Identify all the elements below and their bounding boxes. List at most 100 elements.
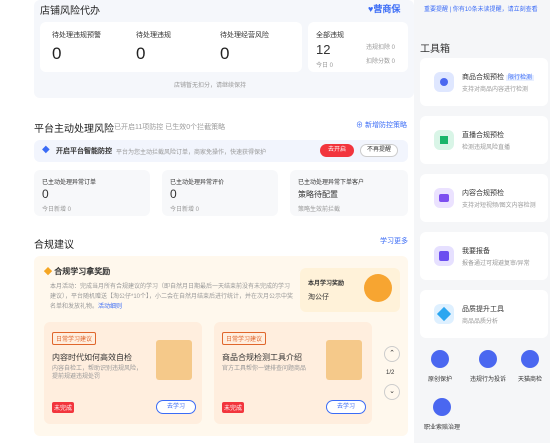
metric-card[interactable]: 已主动处理异常下单客户 策略待配置 策略生效前拦截 bbox=[290, 170, 408, 216]
tip-desc: 官方工具帮你一键排查问题商品 bbox=[222, 366, 307, 372]
tool-desc: 支持对商品内容进行检测 bbox=[462, 87, 529, 93]
tip-title: 商品合规检测工具介绍 bbox=[222, 353, 302, 362]
shield-icon: ◆ bbox=[42, 144, 50, 155]
tip-title: 内容时代如何高效自检 bbox=[52, 353, 132, 362]
stat-value: 0 bbox=[52, 44, 62, 63]
tool-name: 商品合规预检 限行检测 bbox=[462, 74, 534, 81]
quick-label: 原创保护 bbox=[427, 377, 452, 383]
banner-title: 开启平台智能防控 bbox=[56, 148, 112, 155]
next-page-button[interactable]: ⌄ bbox=[384, 384, 400, 400]
add-strategy-link[interactable]: ⊕ 新增防控策略 bbox=[356, 120, 407, 130]
metric-value: 0 bbox=[42, 187, 49, 201]
book-icon bbox=[326, 340, 362, 380]
main-panel: 店铺风险代办 ♥营商保 待处理违规预警 0 待处理违规 0 待处理经营风险 0 … bbox=[0, 0, 414, 443]
tool-desc: 报备通过可规避复审/异常 bbox=[462, 261, 530, 267]
stat-violation[interactable]: 待处理违规 0 bbox=[136, 30, 216, 64]
book-icon bbox=[156, 340, 192, 380]
tip-desc: 内容自检工，帮助识别违规风险，提前规避违规处罚 bbox=[52, 366, 143, 380]
stat-risk[interactable]: 待处理经营风险 0 bbox=[220, 30, 300, 64]
toolbox-title: 工具箱 bbox=[420, 44, 450, 55]
quick-label: 职业索赔治理 bbox=[423, 425, 460, 431]
violations-deduct: 违规扣除 0 bbox=[366, 45, 396, 51]
metric-value: 0 bbox=[170, 187, 177, 201]
metric-sub: 策略生效前拦截 bbox=[298, 207, 341, 213]
brand-label[interactable]: ♥营商保 bbox=[368, 2, 400, 15]
prize-name: 淘公仔 bbox=[308, 294, 329, 301]
study-button[interactable]: 去学习 bbox=[326, 400, 366, 414]
tip-badge: 日常学习建议 bbox=[52, 332, 97, 345]
learn-more-link[interactable]: 学习更多 bbox=[380, 236, 408, 246]
tool-item[interactable]: 商品合规预检 限行检测 支持对商品内容进行检测 bbox=[420, 58, 548, 106]
stat-warning[interactable]: 待处理违规预警 0 bbox=[52, 30, 132, 64]
violations-today: 今日 0 bbox=[316, 63, 334, 69]
metric-label: 已主动处理异常订单 bbox=[42, 180, 97, 186]
diamond-icon bbox=[434, 304, 454, 324]
learn-desc: 本月活动：完成当月所有合规建议的学习（即自然月日期最后一天结束前没有未完成的学习… bbox=[50, 284, 294, 310]
pager-label: 1/2 bbox=[386, 370, 395, 376]
violations-label: 全部违规 bbox=[316, 32, 344, 39]
report-icon bbox=[434, 246, 454, 266]
stat-value: 0 bbox=[220, 44, 230, 63]
tool-name: 直播合规预检 bbox=[462, 132, 504, 139]
tip-card: 日常学习建议 商品合规检测工具介绍 官方工具帮你一键排查问题商品 未完成 去学习 bbox=[214, 322, 372, 424]
metric-sub: 今日新增 0 bbox=[42, 207, 72, 213]
stat-label: 待处理经营风险 bbox=[220, 32, 269, 39]
notice-bar[interactable]: 重要提醒 | 你有10条未读提醒，请立刻查看 bbox=[424, 4, 538, 13]
metric-label: 已主动处理异常下单客户 bbox=[298, 180, 365, 186]
tool-desc: 商品品质分析 bbox=[462, 319, 499, 325]
metric-sub: 今日新增 0 bbox=[170, 207, 200, 213]
stat-label: 待处理违规 bbox=[136, 32, 171, 39]
diamond-icon: ◆ bbox=[44, 267, 55, 276]
tool-desc: 支持对短视频/图文内容检测 bbox=[462, 203, 536, 209]
rules-link[interactable]: 活动细则 bbox=[98, 304, 122, 310]
search-icon bbox=[434, 72, 454, 92]
tip-badge: 日常学习建议 bbox=[222, 332, 267, 345]
tool-desc: 检测违规风险直播 bbox=[462, 145, 511, 151]
violations-score: 扣除分数 0 bbox=[366, 59, 396, 65]
learn-title: ◆ 合规学习拿奖励 bbox=[44, 267, 111, 276]
tool-tag: 限行检测 bbox=[505, 75, 534, 81]
prize-label: 本月学习奖励 bbox=[308, 281, 345, 287]
study-button[interactable]: 去学习 bbox=[156, 400, 196, 414]
mascot-icon bbox=[364, 274, 392, 302]
warning-icon bbox=[433, 398, 451, 416]
alert-icon bbox=[479, 350, 497, 368]
tool-item[interactable]: 我要报备 报备通过可规避复审/异常 bbox=[420, 232, 548, 280]
prize-card: 本月学习奖励 淘公仔 bbox=[300, 268, 400, 312]
status-badge: 未完成 bbox=[52, 402, 75, 413]
tool-name: 品质提升工具 bbox=[462, 306, 504, 313]
tool-item[interactable]: 品质提升工具 商品品质分析 bbox=[420, 290, 548, 338]
prev-page-button[interactable]: ⌃ bbox=[384, 346, 400, 362]
metric-value: 策略待配置 bbox=[298, 190, 338, 199]
quick-label: 天猫商检 bbox=[517, 377, 542, 383]
stat-value: 0 bbox=[136, 44, 146, 63]
metric-label: 已主动处理异常评价 bbox=[170, 180, 225, 186]
cart-icon bbox=[521, 350, 539, 368]
tip-card: 日常学习建议 内容时代如何高效自检 内容自检工，帮助识别违规风险，提前规避违规处… bbox=[44, 322, 202, 424]
tool-name: 我要报备 bbox=[462, 248, 490, 255]
right-sidebar: 重要提醒 | 你有10条未读提醒，请立刻查看 工具箱 商品合规预检 限行检测 支… bbox=[414, 0, 550, 443]
platform-subtitle: 已开启11项防控 已生效0个拦截策略 bbox=[114, 124, 226, 131]
violations-total: 12 bbox=[316, 42, 331, 57]
open-button[interactable]: 去开启 bbox=[320, 144, 354, 157]
shield-icon bbox=[431, 350, 449, 368]
stat-label: 待处理违规预警 bbox=[52, 32, 101, 39]
compliance-title: 合规建议 bbox=[34, 240, 74, 251]
metric-card[interactable]: 已主动处理异常评价 0 今日新增 0 bbox=[162, 170, 278, 216]
banner-sub: 平台为您主动拦截风险订单，商家免操作，快速获得保护 bbox=[116, 150, 267, 156]
tool-name: 内容合规预检 bbox=[462, 190, 504, 197]
code-icon bbox=[434, 130, 454, 150]
video-icon bbox=[434, 188, 454, 208]
platform-title: 平台主动处理风险 bbox=[34, 124, 114, 135]
tool-item[interactable]: 内容合规预检 支持对短视频/图文内容检测 bbox=[420, 174, 548, 222]
store-footer: 店铺暂无扣分，请继续保持 bbox=[174, 83, 247, 89]
metric-card[interactable]: 已主动处理异常订单 0 今日新增 0 bbox=[34, 170, 150, 216]
store-risk-title: 店铺风险代办 bbox=[40, 6, 100, 17]
quick-label: 违规行为投诉 bbox=[469, 377, 506, 383]
tool-item[interactable]: 直播合规预检 检测违规风险直播 bbox=[420, 116, 548, 164]
dismiss-button[interactable]: 不再提醒 bbox=[360, 144, 398, 157]
plus-icon: ⊕ bbox=[356, 122, 365, 129]
smart-protect-banner: ◆ 开启平台智能防控 平台为您主动拦截风险订单，商家免操作，快速获得保护 去开启… bbox=[34, 140, 408, 162]
violations-card[interactable]: 全部违规 12 今日 0 违规扣除 0 扣除分数 0 bbox=[308, 22, 408, 72]
status-badge: 未完成 bbox=[222, 402, 245, 413]
